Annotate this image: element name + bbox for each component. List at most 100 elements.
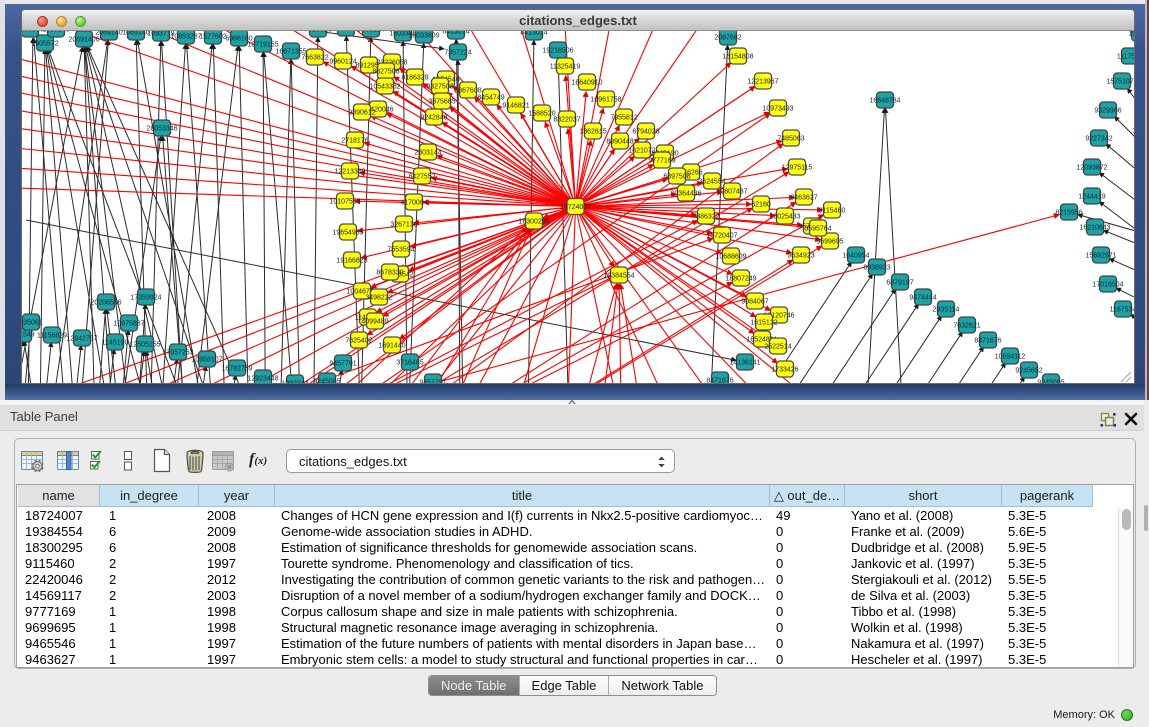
svg-text:8471676: 8471676 (974, 338, 1001, 345)
svg-text:935061: 935061 (22, 320, 43, 327)
svg-text:16782759: 16782759 (221, 366, 252, 373)
svg-text:1167534: 1167534 (1110, 307, 1134, 314)
svg-text:18724007: 18724007 (560, 204, 591, 211)
svg-text:15751074: 15751074 (1106, 79, 1134, 86)
svg-text:12923448: 12923448 (247, 376, 278, 383)
svg-text:19384554: 19384554 (603, 273, 634, 280)
svg-text:20206536: 20206536 (90, 300, 121, 307)
svg-text:9474444: 9474444 (909, 295, 936, 302)
svg-text:7663822: 7663822 (332, 31, 359, 33)
svg-text:6897508: 6897508 (663, 174, 690, 181)
svg-text:7632621: 7632621 (953, 323, 980, 330)
svg-text:9084067: 9084067 (741, 299, 768, 306)
svg-text:3267130: 3267130 (390, 222, 417, 229)
svg-text:10688609: 10688609 (715, 254, 746, 261)
svg-text:7515526: 7515526 (304, 31, 331, 34)
svg-text:1691440: 1691440 (378, 343, 405, 350)
svg-text:10654112: 10654112 (995, 354, 1026, 361)
svg-text:3716485: 3716485 (396, 360, 423, 367)
svg-text:2522514: 2522514 (764, 344, 791, 351)
svg-text:16648784: 16648784 (869, 98, 900, 105)
svg-text:20691406: 20691406 (68, 37, 99, 44)
svg-text:1292344: 1292344 (281, 381, 308, 384)
svg-text:10853287: 10853287 (170, 34, 201, 41)
svg-text:8454749: 8454749 (477, 95, 504, 102)
svg-text:2803144: 2803144 (414, 150, 441, 157)
svg-text:9457791: 9457791 (419, 380, 446, 384)
svg-text:3624554: 3624554 (698, 179, 725, 186)
svg-text:2935114: 2935114 (933, 307, 960, 314)
svg-text:18640910: 18640910 (571, 80, 602, 87)
svg-text:7663822: 7663822 (301, 55, 328, 62)
svg-text:3595764: 3595764 (804, 226, 831, 233)
svg-text:9960124: 9960124 (357, 31, 384, 34)
svg-text:9634923: 9634923 (787, 253, 814, 260)
svg-text:1527602: 1527602 (199, 34, 226, 41)
svg-text:2867608: 2867608 (454, 88, 481, 95)
svg-text:2069140: 2069140 (95, 31, 122, 37)
svg-text:3498222: 3498222 (365, 295, 392, 302)
svg-text:1615132: 1615132 (750, 320, 777, 327)
svg-text:10958107: 10958107 (191, 357, 222, 364)
svg-text:1733426: 1733426 (771, 367, 798, 374)
svg-text:10543362: 10543362 (369, 84, 400, 91)
svg-text:11325419: 11325419 (550, 64, 581, 71)
svg-text:1145190: 1145190 (102, 340, 129, 347)
svg-text:9960124: 9960124 (329, 59, 356, 66)
svg-text:12942737: 12942737 (66, 336, 97, 343)
svg-text:16154808: 16154808 (722, 54, 753, 61)
svg-text:9327508: 9327508 (426, 84, 453, 91)
svg-text:7357224: 7357224 (444, 50, 471, 57)
svg-text:10719155: 10719155 (247, 42, 278, 49)
svg-text:9890612: 9890612 (348, 110, 375, 117)
svg-text:7386322: 7386322 (692, 214, 719, 221)
svg-text:7625402: 7625402 (345, 338, 372, 345)
svg-text:10961758: 10961758 (590, 97, 621, 104)
svg-text:9777169: 9777169 (648, 158, 675, 165)
svg-text:8678330: 8678330 (376, 270, 403, 277)
svg-text:9227342: 9227342 (1085, 136, 1112, 143)
svg-text:10975887: 10975887 (113, 321, 144, 328)
svg-text:17359924: 17359924 (130, 295, 161, 302)
svg-text:10025433: 10025433 (769, 214, 800, 221)
svg-text:8186328: 8186328 (401, 75, 428, 82)
svg-text:12213369: 12213369 (334, 169, 365, 176)
svg-text:3875685: 3875685 (428, 99, 455, 106)
svg-text:28053346: 28053346 (146, 126, 177, 133)
svg-text:8413014: 8413014 (520, 31, 547, 37)
svg-text:4099489: 4099489 (361, 319, 388, 326)
svg-text:9457791: 9457791 (329, 361, 356, 368)
svg-text:18807249: 18807249 (725, 276, 756, 283)
svg-text:19218506: 19218506 (542, 48, 573, 55)
svg-text:19166825: 19166825 (336, 258, 367, 265)
svg-text:157510: 157510 (1128, 31, 1134, 38)
svg-text:10807487: 10807487 (716, 189, 747, 196)
svg-text:17957253: 17957253 (162, 350, 193, 357)
svg-text:9115460: 9115460 (819, 208, 846, 215)
svg-text:12213967: 12213967 (747, 79, 778, 86)
svg-text:1069140: 1069140 (122, 31, 149, 37)
svg-text:10973493: 10973493 (762, 106, 793, 113)
svg-text:9242848: 9242848 (420, 115, 447, 122)
svg-text:11156829: 11156829 (37, 333, 67, 340)
svg-text:8471676: 8471676 (706, 378, 733, 384)
svg-text:9146821: 9146821 (502, 103, 529, 110)
svg-text:8427552: 8427552 (408, 174, 435, 181)
svg-text:8413014: 8413014 (442, 31, 469, 36)
svg-text:9463627: 9463627 (790, 195, 817, 202)
svg-text:2718176: 2718176 (341, 138, 368, 145)
svg-text:8322037: 8322037 (553, 117, 580, 124)
svg-text:6879197: 6879197 (886, 280, 913, 287)
svg-text:9245652: 9245652 (1015, 368, 1042, 375)
svg-text:12975115: 12975115 (782, 165, 813, 172)
svg-text:9329966: 9329966 (1094, 108, 1121, 115)
svg-text:1904557: 1904557 (22, 31, 44, 34)
svg-text:1905572: 1905572 (31, 41, 58, 48)
svg-text:17016504: 17016504 (1092, 282, 1123, 289)
svg-text:391549: 391549 (22, 332, 35, 339)
svg-text:15692971: 15692971 (1085, 253, 1116, 260)
svg-text:8990448: 8990448 (606, 139, 633, 146)
svg-text:122035: 122035 (1132, 128, 1134, 135)
svg-text:9699695: 9699695 (816, 239, 843, 246)
svg-text:9245065: 9245065 (313, 379, 340, 384)
